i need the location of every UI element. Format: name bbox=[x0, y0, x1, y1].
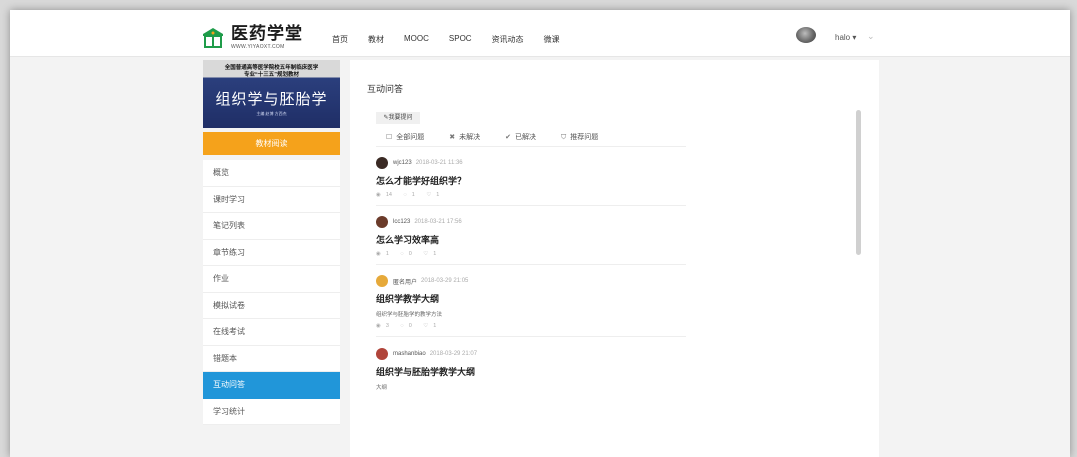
comment-icon: ◌ bbox=[400, 251, 404, 257]
nav-home[interactable]: 首页 bbox=[332, 34, 348, 45]
views-count: ◉ 14 bbox=[376, 192, 392, 198]
comment-icon: ◌ bbox=[403, 192, 407, 198]
question-author[interactable]: mashanbiao bbox=[393, 351, 426, 357]
nav-mooc[interactable]: MOOC bbox=[404, 34, 429, 45]
nav-news[interactable]: 资讯动态 bbox=[492, 34, 524, 45]
book-title: 组织学与胚胎学 bbox=[215, 90, 328, 108]
heart-icon: ♡ bbox=[423, 251, 429, 257]
book-series-line2: 专业“十三五”规划教材 bbox=[243, 72, 299, 78]
main-nav: 首页 教材 MOOC SPOC 资讯动态 微课 bbox=[332, 34, 580, 45]
eye-icon: ◉ bbox=[376, 192, 381, 198]
likes-count: ♡ 1 bbox=[426, 192, 440, 198]
shield-icon: ⛉ bbox=[561, 134, 567, 141]
eye-icon: ◉ bbox=[376, 251, 381, 257]
top-navbar: 医药学堂 WWW.YIYAOXT.COM 首页 教材 MOOC SPOC 资讯动… bbox=[10, 10, 1070, 57]
checkbox-icon: ☐ bbox=[386, 134, 393, 141]
site-logo[interactable]: 医药学堂 WWW.YIYAOXT.COM bbox=[200, 25, 303, 51]
divider bbox=[376, 146, 686, 147]
user-avatar bbox=[376, 275, 388, 287]
question-excerpt: 大纲 bbox=[376, 385, 388, 391]
filter-label: 已解决 bbox=[515, 134, 537, 141]
filter-recommended[interactable]: ⛉ 推荐问题 bbox=[561, 132, 598, 142]
user-avatar bbox=[376, 216, 388, 228]
question-time: 2018-03-21 11:36 bbox=[415, 160, 463, 166]
divider bbox=[376, 205, 686, 206]
book-authors: 主编 赵博 方西杰 bbox=[256, 111, 287, 116]
filter-label: 推荐问题 bbox=[570, 134, 599, 141]
course-sidebar: 概览 课时学习 笔记列表 章节练习 作业 模拟试卷 在线考试 错题本 互动问答 … bbox=[203, 160, 340, 425]
question-item[interactable]: 匿名用户 2018-03-29 21:05 组织学教学大纲 组织学与胚胎学的教学… bbox=[376, 274, 686, 337]
filter-label: 未解决 bbox=[459, 134, 481, 141]
sidebar-item-statistics[interactable]: 学习统计 bbox=[203, 399, 340, 425]
ask-question-button[interactable]: ✎我要提问 bbox=[376, 112, 420, 124]
sidebar-item-homework[interactable]: 作业 bbox=[203, 266, 340, 293]
sidebar-item-qa[interactable]: 互动问答 bbox=[203, 372, 340, 399]
question-filters: ☐ 全部问题 ✖ 未解决 ✔ 已解决 ⛉ 推荐问题 bbox=[386, 132, 623, 142]
comments-count: ◌ 0 bbox=[400, 251, 412, 257]
divider bbox=[376, 336, 686, 337]
x-icon: ✖ bbox=[449, 134, 456, 141]
comments-count: ◌ 1 bbox=[403, 192, 415, 198]
filter-resolved[interactable]: ✔ 已解决 bbox=[505, 132, 536, 142]
views-count: ◉ 1 bbox=[376, 251, 389, 257]
question-item[interactable]: mashanbiao 2018-03-29 21:07 组织学与胚胎学教学大纲 … bbox=[376, 347, 686, 391]
likes-count: ♡ 1 bbox=[423, 251, 437, 257]
sidebar-item-online-exam[interactable]: 在线考试 bbox=[203, 319, 340, 346]
logo-url: WWW.YIYAOXT.COM bbox=[231, 44, 285, 50]
question-excerpt: 组织学与胚胎学的教学方法 bbox=[376, 312, 443, 318]
qa-panel: 互动问答 ✎我要提问 ☐ 全部问题 ✖ 未解决 ✔ 已解决 ⛉ 推荐问题 wjc123 … bbox=[350, 60, 879, 457]
sidebar-item-notes[interactable]: 笔记列表 bbox=[203, 213, 340, 240]
chevron-down-icon[interactable]: ⌄ bbox=[867, 31, 875, 42]
textbook-cover: 全国普通高等医学院校五年制临床医学 专业“十三五”规划教材 组织学与胚胎学 主编… bbox=[203, 60, 340, 128]
eye-icon: ◉ bbox=[376, 323, 381, 329]
sidebar-item-overview[interactable]: 概览 bbox=[203, 160, 340, 187]
question-author[interactable]: 匿名用户 bbox=[393, 277, 417, 286]
logo-text: 医药学堂 bbox=[231, 24, 303, 44]
question-time: 2018-03-29 21:07 bbox=[429, 351, 478, 357]
browser-frame: 医药学堂 WWW.YIYAOXT.COM 首页 教材 MOOC SPOC 资讯动… bbox=[10, 10, 1070, 457]
question-stats: ◉ 1 ◌ 0 ♡ 1 bbox=[376, 251, 686, 257]
nav-textbooks[interactable]: 教材 bbox=[368, 34, 384, 45]
question-item[interactable]: lcc123 2018-03-21 17:56 怎么学习效率高 ◉ 1 ◌ 0 ♡ 1 bbox=[376, 215, 686, 265]
username-label: halo bbox=[835, 33, 851, 42]
user-avatar bbox=[376, 157, 388, 169]
question-title[interactable]: 怎么学习效率高 bbox=[376, 233, 686, 246]
nav-microlessons[interactable]: 微课 bbox=[544, 34, 560, 45]
sidebar-item-chapter-exercises[interactable]: 章节练习 bbox=[203, 240, 340, 266]
check-icon: ✔ bbox=[505, 134, 512, 141]
views-count: ◉ 3 bbox=[376, 323, 389, 329]
question-time: 2018-03-29 21:05 bbox=[421, 278, 469, 284]
sidebar-item-mistakes[interactable]: 错题本 bbox=[203, 346, 340, 372]
sidebar-item-lessons[interactable]: 课时学习 bbox=[203, 187, 340, 213]
question-title[interactable]: 组织学与胚胎学教学大纲 bbox=[376, 365, 686, 378]
user-avatar[interactable] bbox=[796, 27, 816, 43]
question-title[interactable]: 怎么才能学好组织学？ bbox=[376, 174, 686, 187]
comment-icon: ◌ bbox=[400, 323, 404, 329]
sidebar-item-mock-exams[interactable]: 模拟试卷 bbox=[203, 293, 340, 319]
heart-icon: ♡ bbox=[426, 192, 432, 198]
page-title: 互动问答 bbox=[367, 84, 404, 94]
question-title[interactable]: 组织学教学大纲 bbox=[376, 292, 686, 305]
question-item[interactable]: wjc123 2018-03-21 11:36 怎么才能学好组织学？ ◉ 14 ◌… bbox=[376, 156, 686, 206]
filter-unresolved[interactable]: ✖ 未解决 bbox=[449, 132, 480, 142]
filter-all[interactable]: ☐ 全部问题 bbox=[386, 132, 424, 142]
scrollbar[interactable] bbox=[856, 110, 861, 255]
likes-count: ♡ 1 bbox=[423, 323, 437, 329]
filter-label: 全部问题 bbox=[396, 134, 425, 141]
comments-count: ◌ 0 bbox=[400, 323, 412, 329]
question-stats: ◉ 14 ◌ 1 ♡ 1 bbox=[376, 192, 686, 198]
read-textbook-button[interactable]: 教材阅读 bbox=[203, 132, 340, 155]
divider bbox=[376, 264, 686, 265]
question-stats: ◉ 3 ◌ 0 ♡ 1 bbox=[376, 323, 686, 329]
question-time: 2018-03-21 17:56 bbox=[414, 219, 462, 225]
user-menu[interactable]: halo ▾ bbox=[835, 33, 856, 42]
user-avatar bbox=[376, 348, 388, 360]
question-author[interactable]: lcc123 bbox=[393, 219, 410, 225]
question-author[interactable]: wjc123 bbox=[393, 160, 412, 166]
logo-icon bbox=[203, 28, 223, 48]
heart-icon: ♡ bbox=[423, 323, 429, 329]
nav-spoc[interactable]: SPOC bbox=[449, 34, 472, 45]
